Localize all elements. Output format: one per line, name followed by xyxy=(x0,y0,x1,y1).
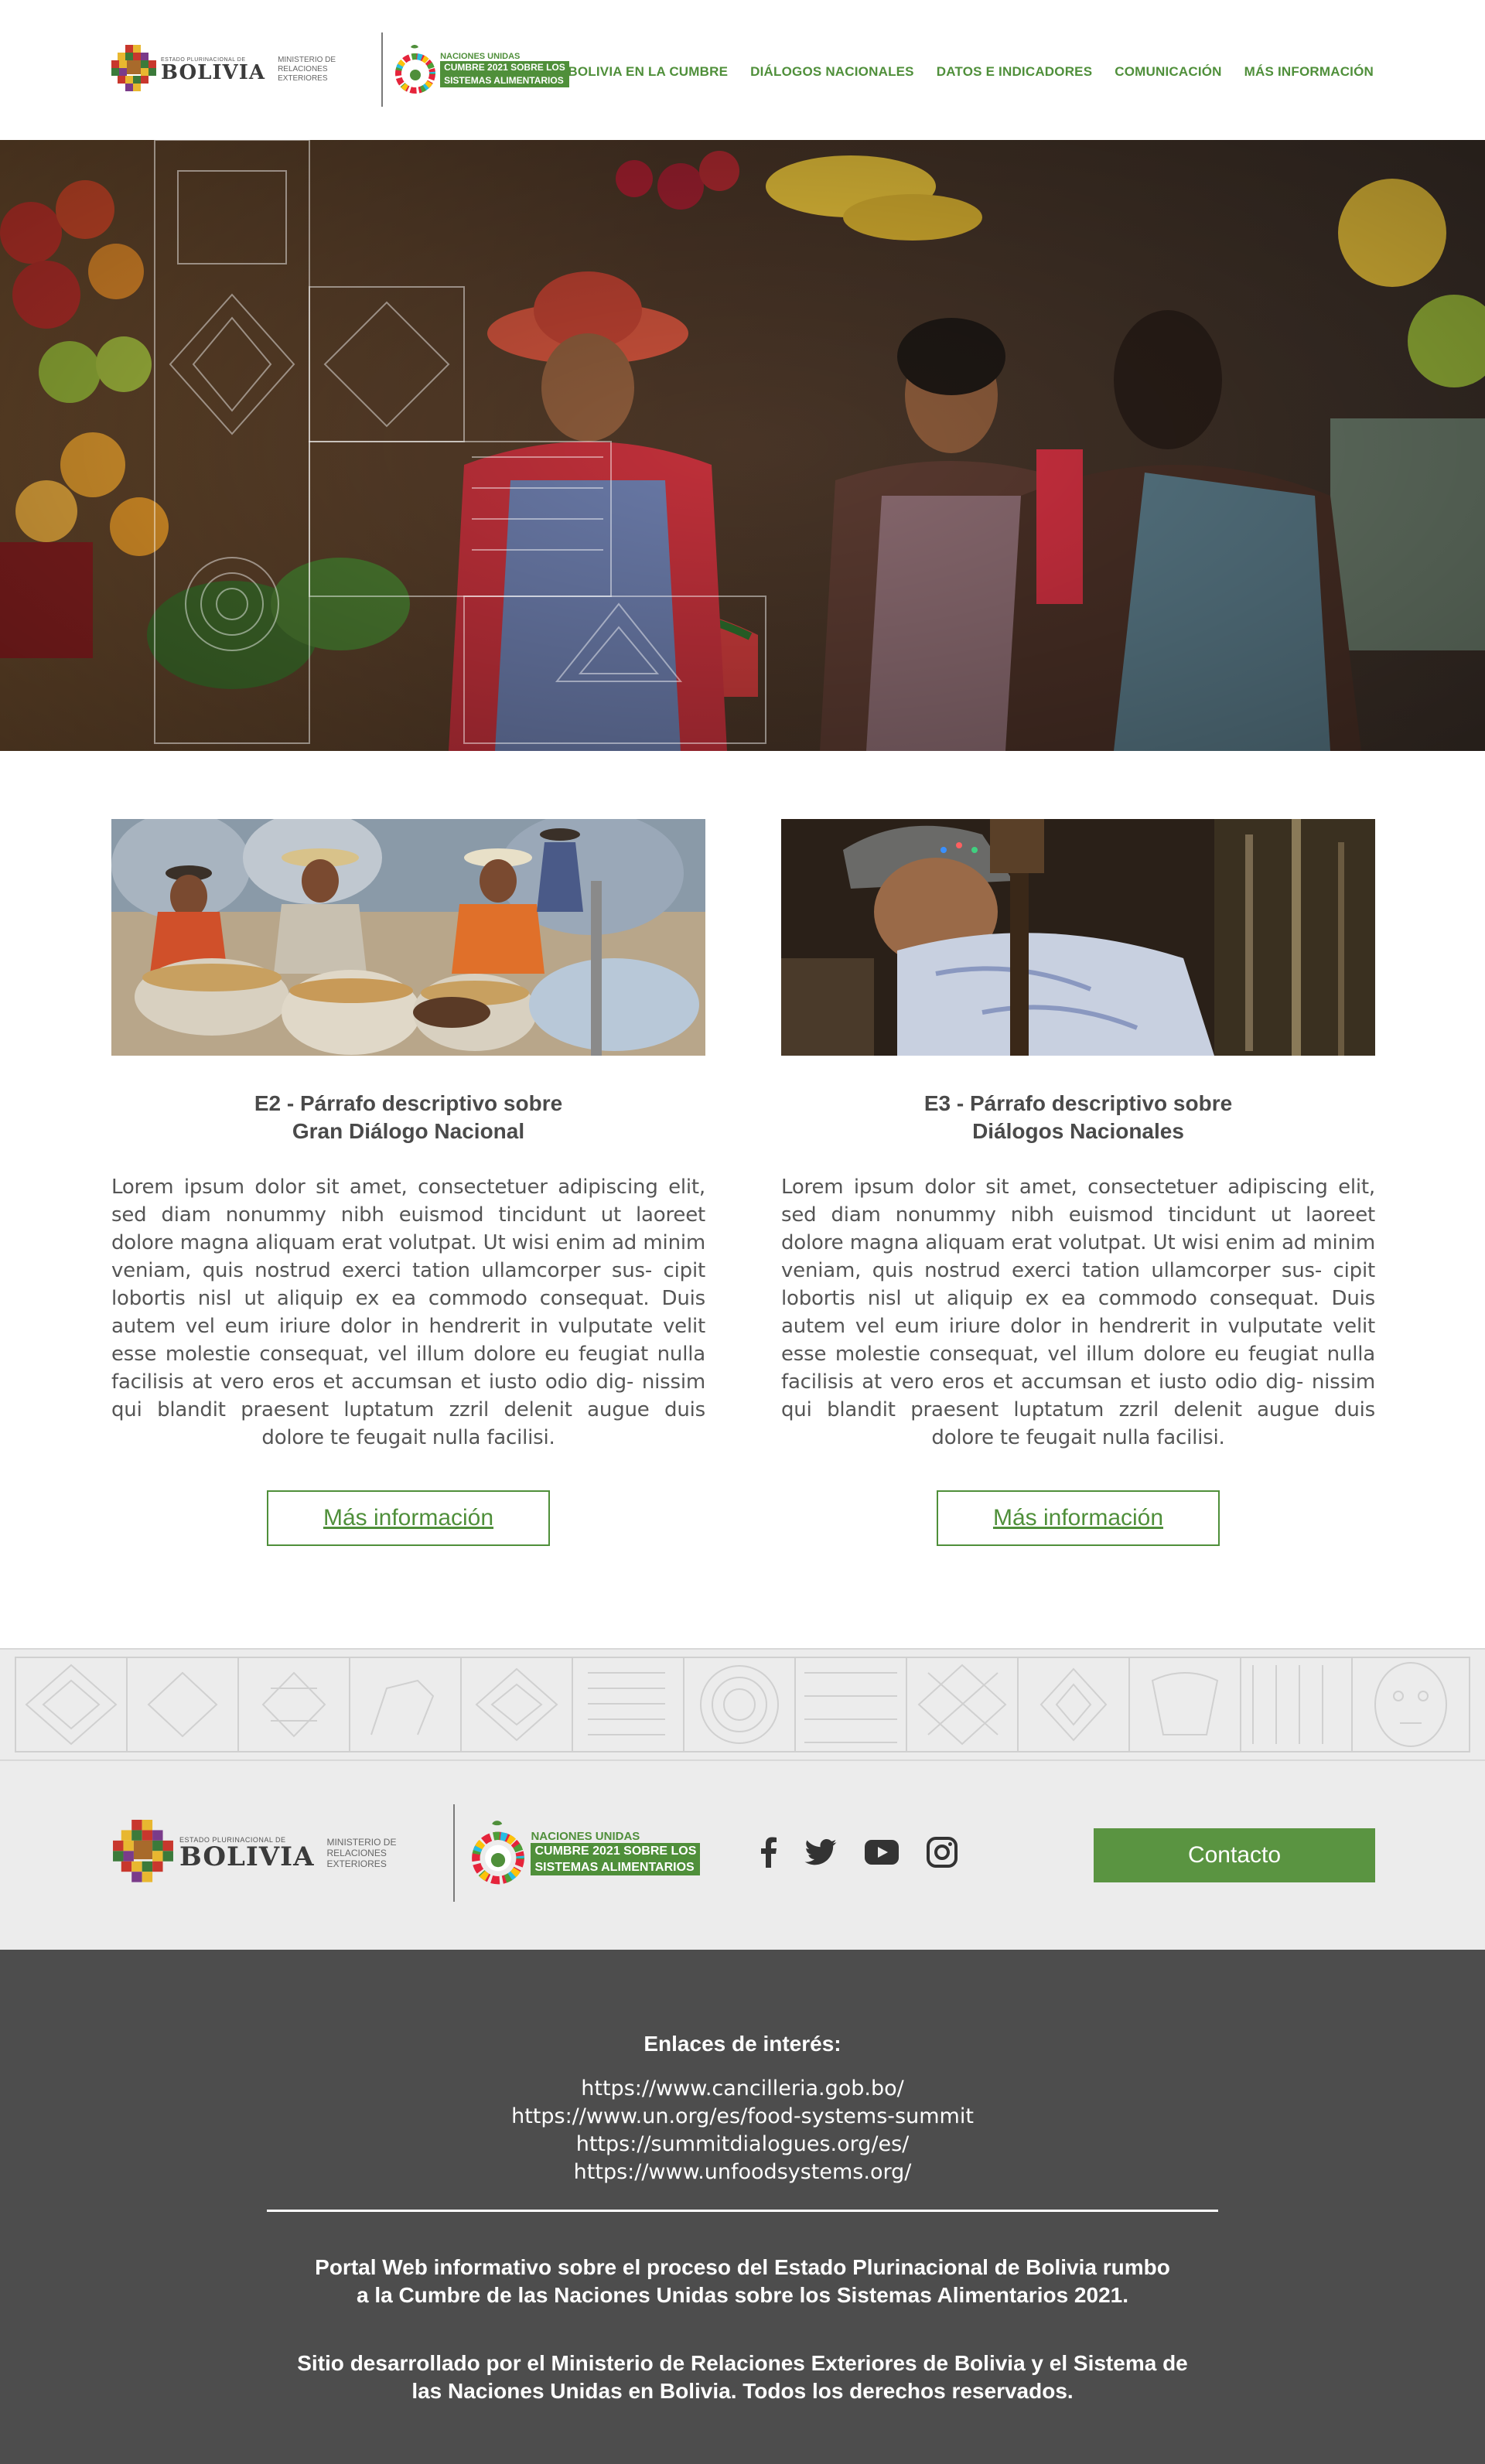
list-item: https://www.cancilleria.gob.bo/ xyxy=(0,2075,1485,2103)
un-summit-box-line1: CUMBRE 2021 SOBRE LOS xyxy=(531,1843,701,1859)
card-title: E2 - Párrafo descriptivo sobre Gran Diál… xyxy=(111,1090,705,1145)
logo-divider xyxy=(453,1804,456,1902)
social-links xyxy=(761,1837,958,1872)
nav-mas-informacion[interactable]: MÁS INFORMACIÓN xyxy=(1244,64,1374,80)
card-title-line1: E3 - Párrafo descriptivo sobre xyxy=(923,1091,1233,1115)
link-unfoodsystems[interactable]: https://www.unfoodsystems.org/ xyxy=(574,2160,912,2184)
copyright-notice: Sitio desarrollado por el Ministerio de … xyxy=(0,2350,1485,2405)
header-logos: ESTADO PLURINACIONAL DE BOLIVIA MINISTER… xyxy=(111,31,569,108)
footer-divider xyxy=(267,2210,1218,2212)
link-summit-dialogues[interactable]: https://summitdialogues.org/es/ xyxy=(576,2132,910,2156)
youtube-icon[interactable] xyxy=(865,1840,899,1868)
contacto-button[interactable]: Contacto xyxy=(1094,1828,1375,1882)
twitter-icon[interactable] xyxy=(804,1839,837,1869)
un-summit-text: NACIONES UNIDAS CUMBRE 2021 SOBRE LOS SI… xyxy=(531,1830,701,1875)
un-summit-box-line2: SISTEMAS ALIMENTARIOS xyxy=(531,1859,701,1875)
woman-grinding-photo xyxy=(781,819,1375,1056)
portal-description-line1: Portal Web informativo sobre el proceso … xyxy=(315,2255,1170,2279)
bolivia-name: BOLIVIA xyxy=(179,1841,315,1872)
link-cancilleria[interactable]: https://www.cancilleria.gob.bo/ xyxy=(581,2077,903,2101)
footer-logos: ESTADO PLURINACIONAL DE BOLIVIA MINISTER… xyxy=(111,1804,701,1903)
ministry-label: MINISTERIO DE RELACIONES EXTERIORES xyxy=(278,56,336,83)
bolivia-wordmark: ESTADO PLURINACIONAL DE BOLIVIA xyxy=(161,57,265,83)
footer-bottom: Enlaces de interés: https://www.cancille… xyxy=(0,1950,1485,2464)
ministry-label: MINISTERIO DE RELACIONES EXTERIORES xyxy=(326,1837,397,1869)
mas-informacion-button[interactable]: Más información xyxy=(267,1490,550,1546)
nav-dialogos-nacionales[interactable]: DIÁLOGOS NACIONALES xyxy=(750,64,914,80)
hero-image xyxy=(0,140,1485,751)
sdg-wheel-icon xyxy=(472,1821,525,1885)
nav-comunicacion[interactable]: COMUNICACIÓN xyxy=(1115,64,1221,80)
un-summit-box-line2: SISTEMAS ALIMENTARIOS xyxy=(440,74,569,87)
copyright-line2: las Naciones Unidas en Bolivia. Todos lo… xyxy=(411,2379,1074,2403)
facebook-icon[interactable] xyxy=(761,1837,777,1872)
portal-description: Portal Web informativo sobre el proceso … xyxy=(0,2254,1485,2309)
card-title-line1: E2 - Párrafo descriptivo sobre xyxy=(254,1091,563,1115)
bolivia-name: BOLIVIA xyxy=(161,60,266,84)
un-summit-box-line1: CUMBRE 2021 SOBRE LOS xyxy=(440,61,569,74)
nav-bolivia-en-la-cumbre[interactable]: BOLIVIA EN LA CUMBRE xyxy=(568,64,728,80)
sdg-wheel-icon xyxy=(395,45,436,94)
nav-datos-e-indicadores[interactable]: DATOS E INDICADORES xyxy=(937,64,1093,80)
footer-top: ESTADO PLURINACIONAL DE BOLIVIA MINISTER… xyxy=(0,1761,1485,1950)
footer-bolivia-logo[interactable]: ESTADO PLURINACIONAL DE BOLIVIA MINISTER… xyxy=(111,1820,442,1886)
card-dialogos-nacionales: E3 - Párrafo descriptivo sobre Diálogos … xyxy=(781,819,1375,1546)
card-body: Lorem ipsum dolor sit amet, consectetuer… xyxy=(781,1176,1375,1449)
links-list: https://www.cancilleria.gob.bo/ https://… xyxy=(0,2075,1485,2186)
copyright-line1: Sitio desarrollado por el Ministerio de … xyxy=(297,2351,1188,2375)
andean-pattern-band xyxy=(0,1648,1485,1761)
site-header: ESTADO PLURINACIONAL DE BOLIVIA MINISTER… xyxy=(0,0,1485,140)
bolivia-logo[interactable]: ESTADO PLURINACIONAL DE BOLIVIA MINISTER… xyxy=(111,45,370,94)
andean-pattern-decoration xyxy=(15,1657,1470,1752)
list-item: https://summitdialogues.org/es/ xyxy=(0,2131,1485,2159)
link-un-food-systems[interactable]: https://www.un.org/es/food-systems-summi… xyxy=(511,2104,974,2128)
card-title: E3 - Párrafo descriptivo sobre Diálogos … xyxy=(781,1090,1375,1145)
portal-description-line2: a la Cumbre de las Naciones Unidas sobre… xyxy=(356,2283,1129,2307)
footer-un-summit-logo[interactable]: NACIONES UNIDAS CUMBRE 2021 SOBRE LOS SI… xyxy=(470,1820,701,1886)
market-vendors-photo xyxy=(0,140,1485,751)
bolivia-wordmark: ESTADO PLURINACIONAL DE BOLIVIA xyxy=(179,1836,314,1870)
links-title: Enlaces de interés: xyxy=(644,2032,842,2056)
card-title-line2: Gran Diálogo Nacional xyxy=(292,1119,525,1143)
bolivia-emblem-icon xyxy=(111,45,156,91)
un-top-text: NACIONES UNIDAS xyxy=(440,52,521,61)
logo-divider xyxy=(381,32,384,107)
card-title-line2: Diálogos Nacionales xyxy=(972,1119,1184,1143)
bolivia-emblem-icon xyxy=(113,1820,173,1882)
instagram-icon[interactable] xyxy=(927,1837,958,1872)
list-item: https://www.unfoodsystems.org/ xyxy=(0,2159,1485,2186)
un-summit-text: NACIONES UNIDAS CUMBRE 2021 SOBRE LOS SI… xyxy=(440,52,569,87)
card-gran-dialogo: E2 - Párrafo descriptivo sobre Gran Diál… xyxy=(111,819,705,1546)
list-item: https://www.un.org/es/food-systems-summi… xyxy=(0,2103,1485,2131)
un-summit-logo[interactable]: NACIONES UNIDAS CUMBRE 2021 SOBRE LOS SI… xyxy=(395,44,569,95)
potato-vendors-photo xyxy=(111,819,705,1056)
un-top-text: NACIONES UNIDAS xyxy=(531,1830,640,1843)
main-nav: BOLIVIA EN LA CUMBRE DIÁLOGOS NACIONALES… xyxy=(568,64,1374,80)
mas-informacion-button[interactable]: Más información xyxy=(937,1490,1220,1546)
card-body: Lorem ipsum dolor sit amet, consectetuer… xyxy=(111,1176,705,1449)
